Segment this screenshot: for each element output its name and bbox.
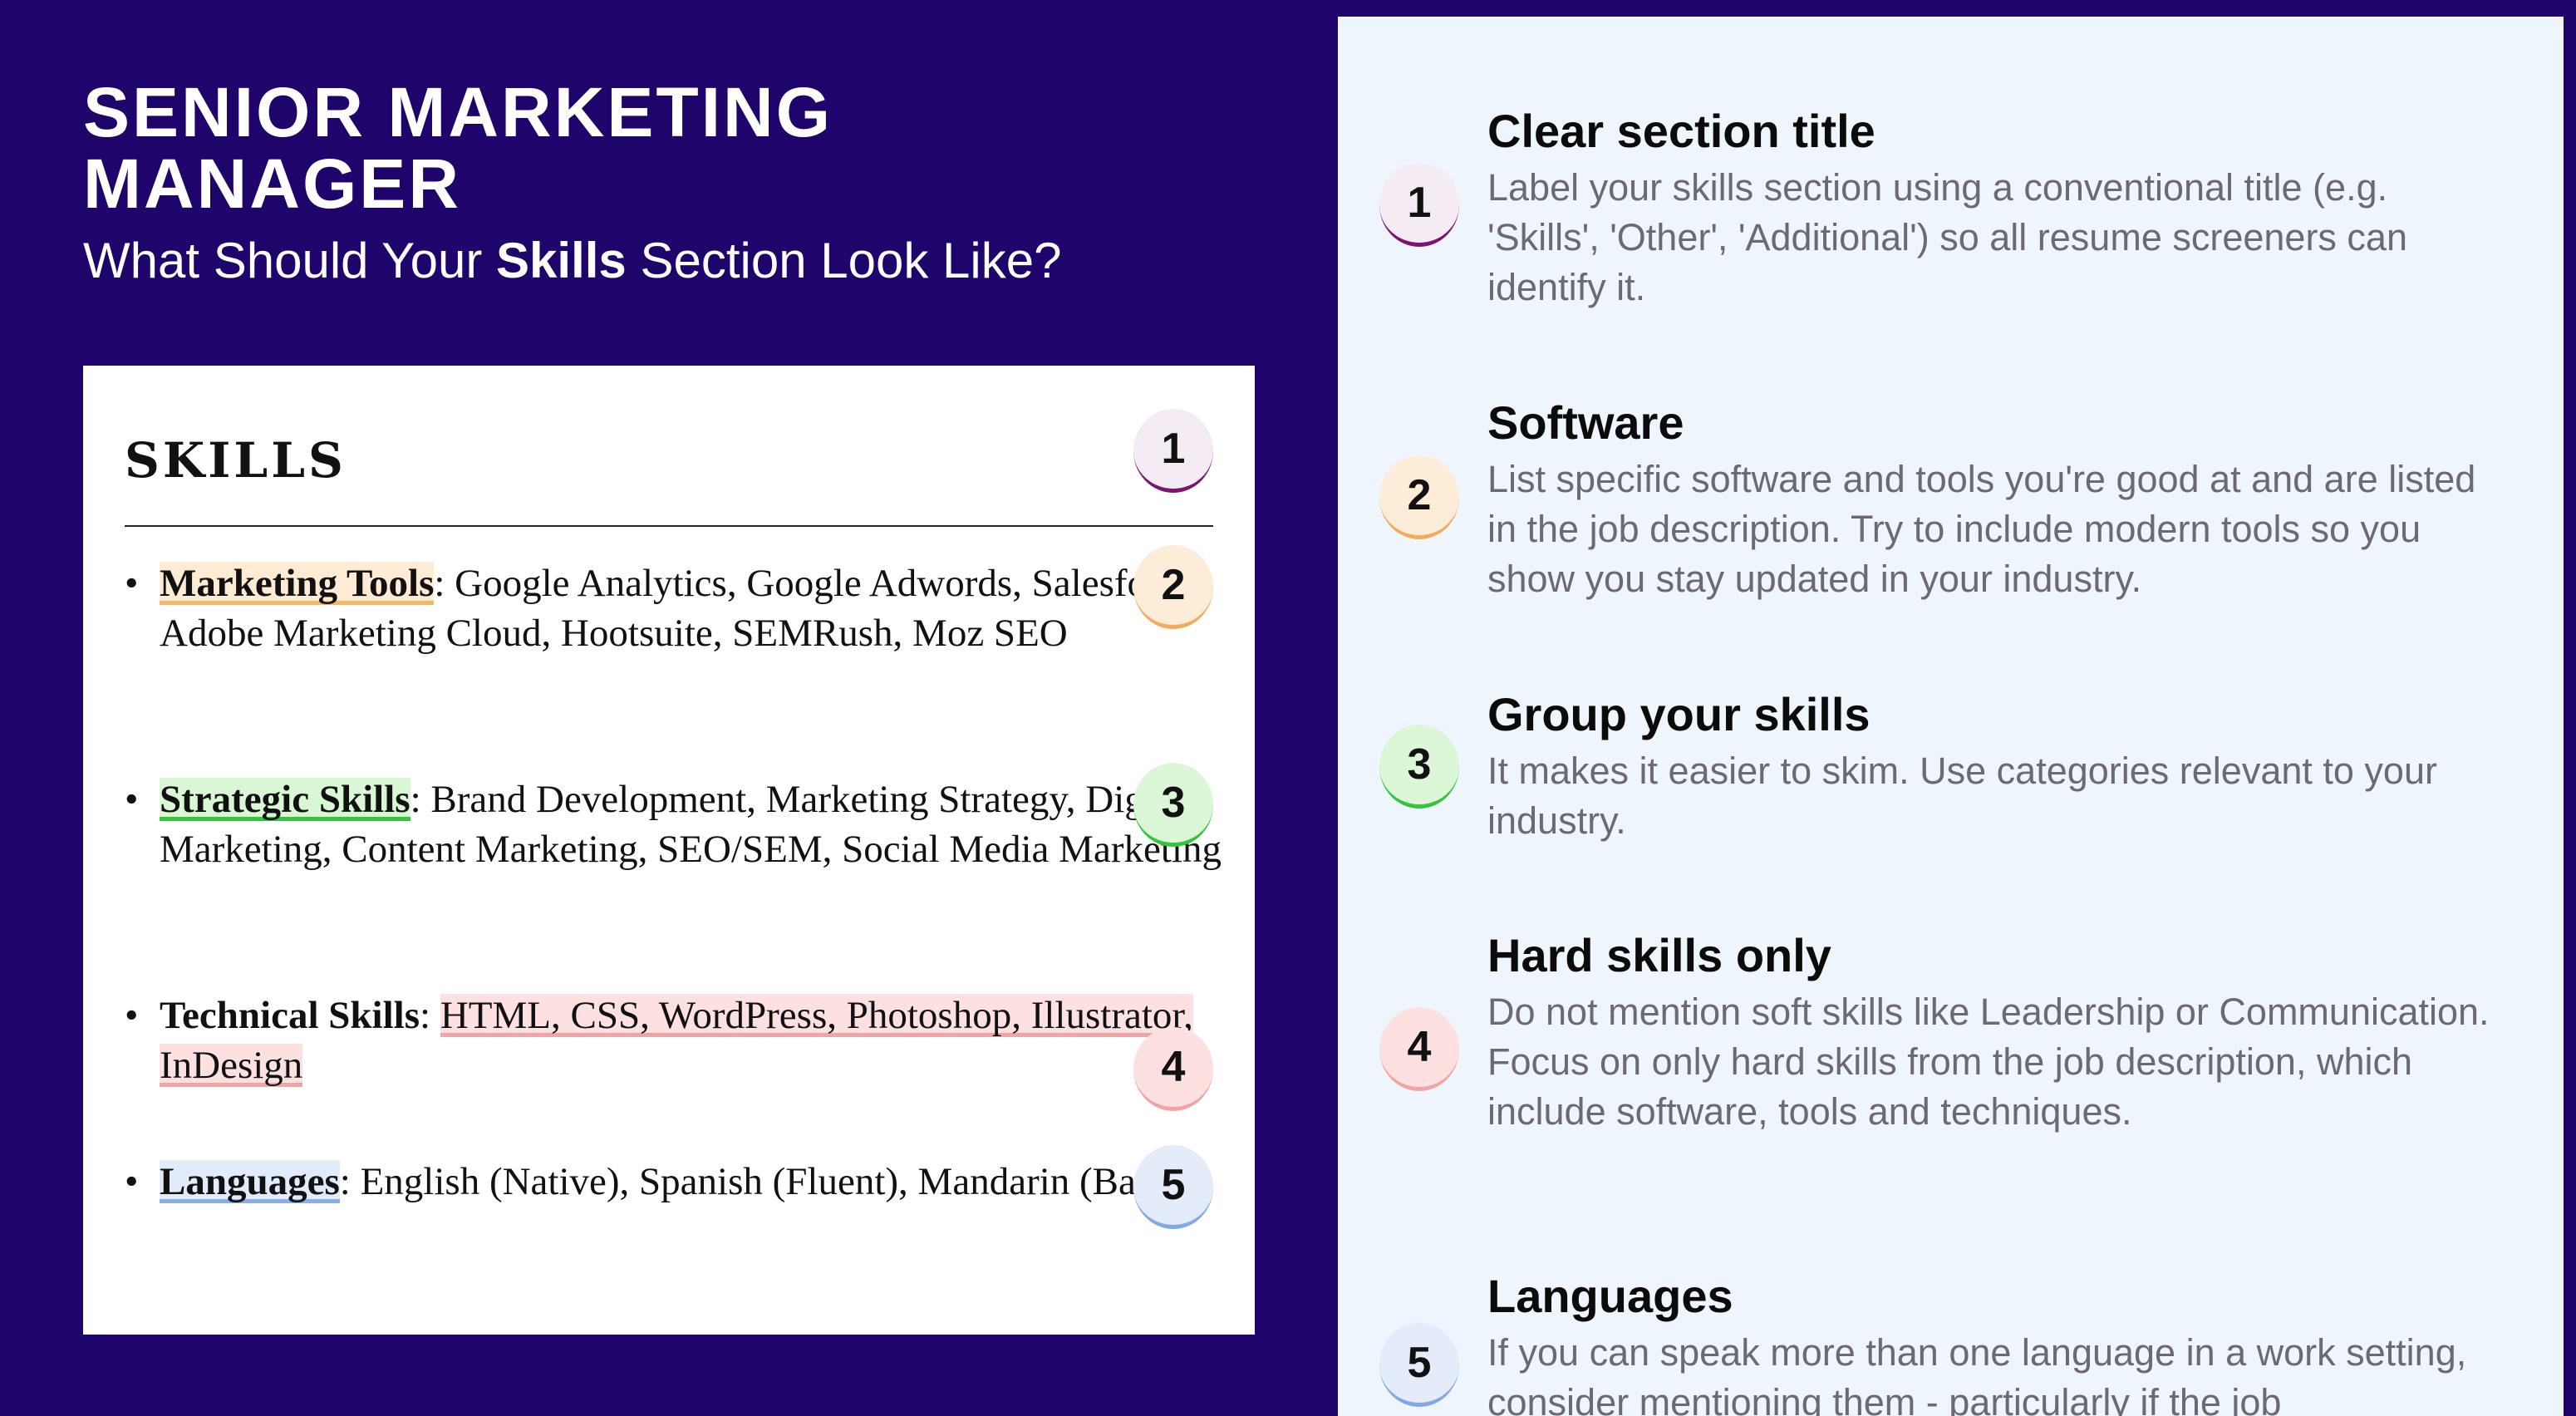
tip-title: Group your skills xyxy=(1487,688,1871,740)
page-header: SENIOR MARKETING MANAGER What Should You… xyxy=(83,76,1246,293)
job-title: SENIOR MARKETING MANAGER xyxy=(83,73,833,223)
page-subtitle: What Should Your Skills Section Look Lik… xyxy=(83,229,1246,293)
skill-group-technical-skills: Technical Skills: HTML, CSS, WordPress, … xyxy=(125,991,1269,1157)
skill-group-marketing-tools: Marketing Tools: Google Analytics, Googl… xyxy=(125,558,1269,774)
skill-values: English (Native), Spanish (Fluent), Mand… xyxy=(360,1160,1192,1203)
tip-description: If you can speak more than one language … xyxy=(1487,1331,2467,1416)
tip-description: Do not mention soft skills like Leadersh… xyxy=(1487,991,2490,1133)
skill-separator: : xyxy=(339,1160,361,1203)
tip-number-badge-3: 3 xyxy=(1379,725,1459,809)
tips-panel: 1 Clear section title Label your skills … xyxy=(1338,17,2564,1416)
tip-description: List specific software and tools you're … xyxy=(1487,458,2476,600)
skills-section-heading: SKILLS xyxy=(125,432,347,489)
skill-separator: : xyxy=(434,562,455,605)
resume-skills-card: SKILLS Marketing Tools: Google Analytics… xyxy=(83,366,1255,1335)
skill-category: Languages xyxy=(160,1160,340,1203)
tip-number-badge-2: 2 xyxy=(1379,455,1459,539)
tip-languages: Languages If you can speak more than one… xyxy=(1487,1268,2510,1416)
subtitle-emphasis: Skills xyxy=(496,233,627,288)
subtitle-end: Section Look Like? xyxy=(626,233,1062,288)
tip-number-badge-4: 4 xyxy=(1379,1007,1459,1091)
skill-group-languages: Languages: English (Native), Spanish (Fl… xyxy=(125,1157,1269,1207)
tip-title: Clear section title xyxy=(1487,105,1875,157)
skill-separator: : xyxy=(410,778,431,821)
tip-number-badge-1: 1 xyxy=(1379,163,1459,247)
tip-description: Label your skills section using a conven… xyxy=(1487,166,2407,308)
skill-category: Strategic Skills xyxy=(160,778,410,821)
skill-separator: : xyxy=(420,994,440,1037)
callout-badge-3: 3 xyxy=(1133,763,1213,847)
skills-list: Marketing Tools: Google Analytics, Googl… xyxy=(125,558,1222,1207)
tip-number-badge-5: 5 xyxy=(1379,1323,1459,1407)
tip-hard-skills-only: Hard skills only Do not mention soft ski… xyxy=(1487,927,2510,1137)
subtitle-start: What Should Your xyxy=(83,233,497,288)
skill-category: Marketing Tools xyxy=(160,562,435,605)
callout-badge-1: 1 xyxy=(1133,409,1213,493)
tip-title: Software xyxy=(1487,396,1684,449)
callout-badge-4: 4 xyxy=(1133,1027,1213,1111)
tip-clear-section-title: Clear section title Label your skills se… xyxy=(1487,103,2510,312)
callout-badge-2: 2 xyxy=(1133,545,1213,629)
tip-description: It makes it easier to skim. Use categori… xyxy=(1487,750,2437,842)
section-divider xyxy=(125,525,1213,527)
skill-group-strategic-skills: Strategic Skills: Brand Development, Mar… xyxy=(125,774,1269,991)
tip-group-your-skills: Group your skills It makes it easier to … xyxy=(1487,686,2510,846)
tip-title: Languages xyxy=(1487,1270,1733,1322)
skill-category: Technical Skills xyxy=(160,994,420,1037)
tip-software: Software List specific software and tool… xyxy=(1487,395,2510,604)
callout-badge-5: 5 xyxy=(1133,1145,1213,1229)
tip-title: Hard skills only xyxy=(1487,929,1831,981)
